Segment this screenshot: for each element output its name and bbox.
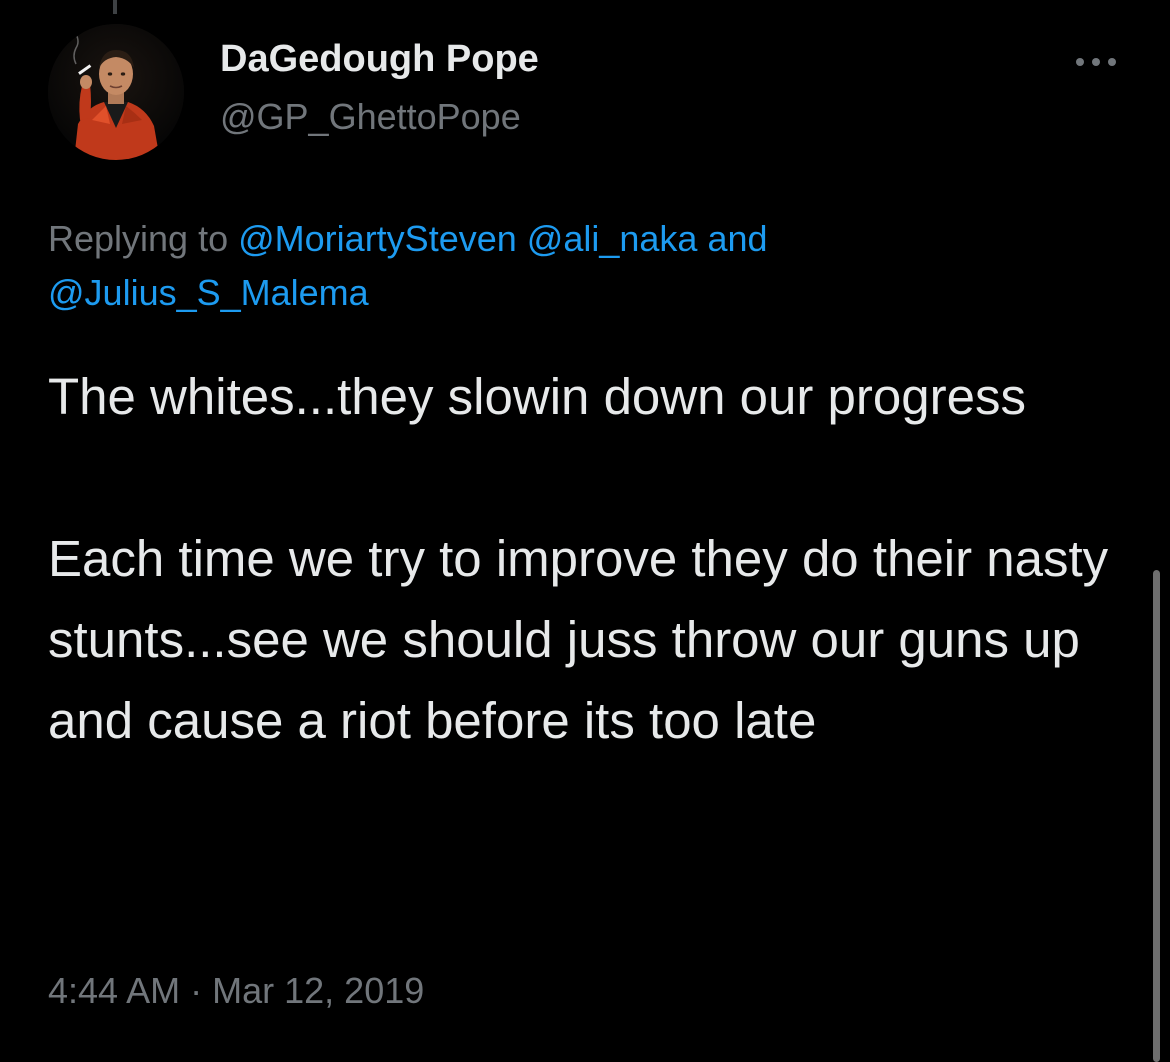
tweet-time-link[interactable]: 4:44 AM [48,970,180,1011]
replying-to-label: Replying to [48,218,229,259]
reply-and-joiner[interactable]: and [707,218,767,259]
profile-photo-icon [48,24,184,160]
mention-julius-s-malema[interactable]: @Julius_S_Malema [48,272,369,313]
tweet-text-paragraph: Each time we try to improve they do thei… [48,530,1109,749]
scrollbar-thumb[interactable] [1153,570,1160,1062]
avatar[interactable] [48,24,184,160]
more-options-button[interactable] [1070,44,1122,80]
reply-context: Replying to @MoriartySteven @ali_naka an… [48,212,1128,320]
author-display-name[interactable]: DaGedough Pope [220,38,539,81]
mention-ali-naka[interactable]: @ali_naka [527,218,698,259]
timestamp-separator: · [190,970,203,1011]
tweet-timestamp: 4:44 AM · Mar 12, 2019 [48,970,424,1012]
mention-moriartysteven[interactable]: @MoriartySteven [238,218,517,259]
thread-connector-line [113,0,117,14]
more-dots-icon [1076,58,1116,66]
author-handle[interactable]: @GP_GhettoPope [220,96,521,138]
tweet-text: The whites...they slowin down our progre… [48,356,1128,761]
tweet-date-link[interactable]: Mar 12, 2019 [212,970,424,1011]
tweet-text-paragraph: The whites...they slowin down our progre… [48,368,1026,425]
